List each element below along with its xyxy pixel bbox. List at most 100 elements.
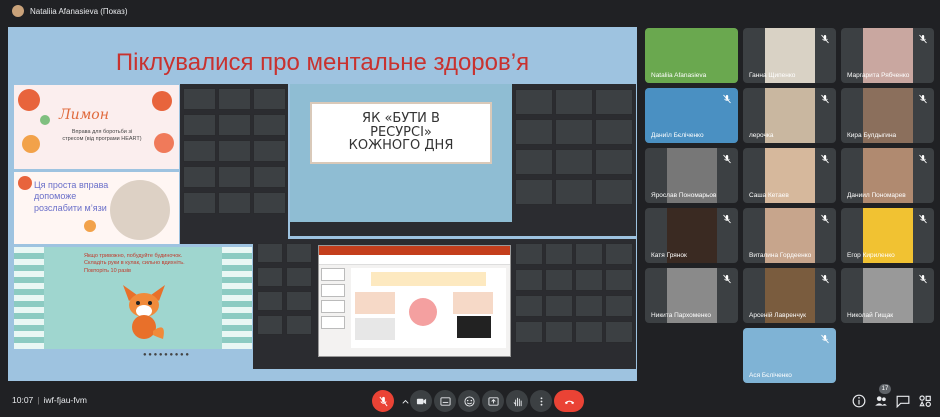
participant-tile[interactable]: Ася Бєліченко (743, 328, 836, 383)
participant-name: Маргарита Рябченко (847, 72, 910, 79)
lemon-exercise-card: Лимон Вправа для боротьби зі стресом (ві… (14, 85, 179, 169)
relax-card: Ця проста вправа допоможе розслабити м’я… (14, 172, 179, 244)
reactions-button[interactable] (458, 390, 480, 412)
embedded-side-grid (513, 87, 635, 219)
participant-tile[interactable]: Nataliia Afanasieva (645, 28, 738, 83)
raise-hand-button[interactable] (506, 390, 528, 412)
grid-tile (515, 321, 543, 343)
grid-tile (257, 315, 283, 335)
activities-button[interactable] (918, 394, 932, 408)
mic-off-icon (723, 274, 731, 284)
grid-tile (575, 269, 603, 291)
present-screen-button[interactable] (482, 390, 504, 412)
lemon-sub: Вправа для боротьби зі стресом (від прог… (62, 129, 142, 143)
participant-tile[interactable]: Никита Пархоменко (645, 268, 738, 323)
participant-tile[interactable]: Ганна Щипенко (743, 28, 836, 83)
participant-tile[interactable]: Маргарита Рябченко (841, 28, 934, 83)
grid-tile (605, 269, 633, 291)
separator: | (37, 395, 40, 405)
fox-card: Якщо тривожно, побудуйте будиночок. Скла… (14, 247, 252, 349)
people-button[interactable] (874, 394, 888, 408)
ppt-thumb (321, 284, 345, 297)
grid-tile (286, 315, 312, 335)
participant-name: Арсеній Лавренчук (749, 312, 806, 319)
grid-tile (555, 149, 593, 175)
participant-tile[interactable]: Кира Булдыгина (841, 88, 934, 143)
flower-decoration (154, 133, 174, 153)
present-icon (487, 396, 499, 406)
participant-tile[interactable]: Саша Кетаев (743, 148, 836, 203)
participant-name: Катя Грянок (651, 252, 687, 259)
mic-off-icon (919, 154, 927, 164)
meeting-time: 10:07 (12, 395, 34, 405)
grid-tile (183, 192, 216, 214)
leave-call-button[interactable] (554, 390, 584, 412)
grid-tile (595, 179, 633, 205)
participant-name: Никита Пархоменко (651, 312, 711, 319)
grid-tile (218, 88, 251, 110)
emoji-icon (463, 395, 475, 407)
flower-decoration (152, 91, 172, 111)
participant-count-badge: 17 (879, 384, 891, 394)
flower-decoration (18, 176, 32, 190)
participant-tile[interactable]: Даниил Пономарев (841, 148, 934, 203)
grid-tile (253, 166, 286, 188)
chat-button[interactable] (896, 394, 910, 408)
flower-decoration (22, 135, 40, 153)
chat-icon (896, 395, 910, 408)
participant-tile[interactable]: Ярослав Пономарьов (645, 148, 738, 203)
chevron-up-icon (401, 399, 409, 404)
grid-tile (253, 140, 286, 162)
grid-tile (545, 243, 573, 265)
captions-button[interactable] (434, 390, 456, 412)
grid-tile (545, 321, 573, 343)
grid-tile (595, 149, 633, 175)
grid-tile (286, 267, 312, 287)
more-options-button[interactable] (530, 390, 552, 412)
mic-off-icon (821, 154, 829, 164)
resource-slide: ЯК «БУТИ В РЕСУРСІ» КОЖНОГО ДНЯ (290, 84, 512, 222)
mic-off-icon (821, 274, 829, 284)
mic-toggle-button[interactable] (372, 390, 394, 412)
participant-tile[interactable]: Катя Грянок (645, 208, 738, 263)
grid-tile (545, 295, 573, 317)
participant-tile[interactable]: лерочка (743, 88, 836, 143)
leaf-decoration (40, 115, 50, 125)
camera-toggle-button[interactable] (410, 390, 432, 412)
reaction-row: ● ● ● ● ● ● ● ● ● (143, 352, 189, 358)
meeting-info: 10:07 | iwf-fjau-fvm (12, 395, 87, 405)
resource-line-1: ЯК «БУТИ В (362, 111, 440, 126)
people-icon (875, 396, 887, 406)
mic-off-icon (919, 274, 927, 284)
participant-name: лерочка (749, 132, 774, 139)
meeting-details-button[interactable] (852, 394, 866, 408)
grid-tile (515, 179, 553, 205)
captions-icon (439, 396, 451, 406)
participant-tile[interactable]: Арсеній Лавренчук (743, 268, 836, 323)
participant-tile[interactable]: Егор Кириленко (841, 208, 934, 263)
grid-tile (595, 119, 633, 145)
resource-line-3: КОЖНОГО ДНЯ (348, 138, 454, 154)
grid-tile (183, 114, 216, 136)
grid-tile (183, 140, 216, 162)
ppt-thumb (321, 316, 345, 329)
grid-tile (555, 119, 593, 145)
grid-tile (515, 269, 543, 291)
grid-tile (545, 269, 573, 291)
lemon-heading: Лимон (59, 107, 109, 123)
fox-text: Якщо тривожно, побудуйте будиночок. Скла… (84, 253, 185, 274)
powerpoint-window (318, 245, 511, 357)
mic-off-icon (821, 334, 829, 344)
participant-tile[interactable]: Николай Гищак (841, 268, 934, 323)
mic-off-icon (378, 396, 388, 406)
meeting-code[interactable]: iwf-fjau-fvm (44, 395, 87, 405)
top-bar: Nataliia Afanasieva (Показ) (0, 0, 940, 22)
presenter-avatar (12, 5, 24, 17)
hand-icon (513, 397, 522, 406)
participant-name: Nataliia Afanasieva (651, 72, 707, 79)
participant-tile[interactable]: Виталина Гордеенко (743, 208, 836, 263)
activities-icon (919, 395, 931, 407)
grid-tile (253, 192, 286, 214)
participant-tile[interactable]: Даниїл Бєліченко (645, 88, 738, 143)
grid-tile (218, 114, 251, 136)
